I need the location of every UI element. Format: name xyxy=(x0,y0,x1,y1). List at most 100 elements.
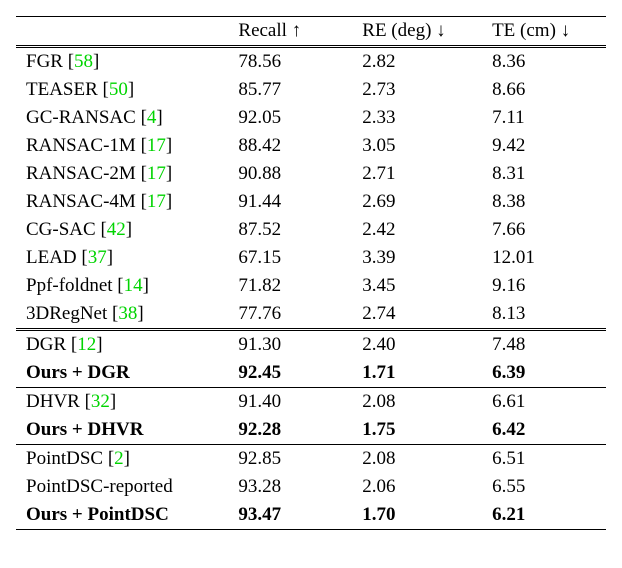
citation-link[interactable]: 2 xyxy=(114,448,124,469)
table-row: PointDSC-reported93.282.066.55 xyxy=(16,473,606,501)
cell-recall: 67.15 xyxy=(228,244,352,272)
cell-te: 6.21 xyxy=(482,501,606,530)
method-name: DHVR [32] xyxy=(16,388,228,417)
citation-link[interactable]: 12 xyxy=(77,334,96,355)
citation-link[interactable]: 37 xyxy=(88,247,107,268)
method-name-text: TEASER xyxy=(26,79,103,100)
cell-recall: 92.85 xyxy=(228,445,352,474)
cell-re: 1.70 xyxy=(352,501,482,530)
method-name-text: RANSAC-1M xyxy=(26,135,141,156)
cell-recall: 93.28 xyxy=(228,473,352,501)
cell-re: 2.71 xyxy=(352,160,482,188)
table-row: DGR [12]91.302.407.48 xyxy=(16,330,606,360)
cell-te: 6.51 xyxy=(482,445,606,474)
method-name-text: RANSAC-2M xyxy=(26,163,141,184)
table-row: GC-RANSAC [4]92.052.337.11 xyxy=(16,104,606,132)
cell-te: 9.16 xyxy=(482,272,606,300)
method-name-text: LEAD xyxy=(26,247,81,268)
cell-re: 3.45 xyxy=(352,272,482,300)
cell-te: 8.13 xyxy=(482,300,606,330)
cell-recall: 85.77 xyxy=(228,76,352,104)
cell-re: 2.42 xyxy=(352,216,482,244)
cell-re: 3.39 xyxy=(352,244,482,272)
cell-te: 8.66 xyxy=(482,76,606,104)
method-name-text: RANSAC-4M xyxy=(26,191,141,212)
cell-re: 2.69 xyxy=(352,188,482,216)
table-row: Ours + DHVR92.281.756.42 xyxy=(16,416,606,445)
method-name: RANSAC-4M [17] xyxy=(16,188,228,216)
cell-recall: 90.88 xyxy=(228,160,352,188)
table-row: DHVR [32]91.402.086.61 xyxy=(16,388,606,417)
method-name: PointDSC [2] xyxy=(16,445,228,474)
method-name: GC-RANSAC [4] xyxy=(16,104,228,132)
cell-recall: 87.52 xyxy=(228,216,352,244)
cell-re: 2.82 xyxy=(352,47,482,77)
method-name-text: PointDSC xyxy=(26,448,108,469)
table-row: Ours + PointDSC93.471.706.21 xyxy=(16,501,606,530)
method-name: Ppf-foldnet [14] xyxy=(16,272,228,300)
method-name-text: GC-RANSAC xyxy=(26,107,141,128)
cell-re: 1.71 xyxy=(352,359,482,388)
cell-re: 3.05 xyxy=(352,132,482,160)
cell-recall: 77.76 xyxy=(228,300,352,330)
citation-link[interactable]: 32 xyxy=(91,391,110,412)
cell-re: 2.08 xyxy=(352,388,482,417)
cell-te: 6.61 xyxy=(482,388,606,417)
table-row: CG-SAC [42]87.522.427.66 xyxy=(16,216,606,244)
cell-te: 7.48 xyxy=(482,330,606,360)
method-name-text: DGR xyxy=(26,334,71,355)
method-name: RANSAC-2M [17] xyxy=(16,160,228,188)
header-re: RE (deg) ↓ xyxy=(352,17,482,47)
cell-recall: 91.30 xyxy=(228,330,352,360)
table-row: PointDSC [2]92.852.086.51 xyxy=(16,445,606,474)
table-row: RANSAC-2M [17]90.882.718.31 xyxy=(16,160,606,188)
method-name-text: Ppf-foldnet xyxy=(26,275,117,296)
citation-link[interactable]: 17 xyxy=(147,191,166,212)
cell-te: 8.38 xyxy=(482,188,606,216)
cell-te: 8.31 xyxy=(482,160,606,188)
header-row: Recall ↑ RE (deg) ↓ TE (cm) ↓ xyxy=(16,17,606,47)
header-empty xyxy=(16,17,228,47)
citation-link[interactable]: 17 xyxy=(147,163,166,184)
table-row: Ppf-foldnet [14]71.823.459.16 xyxy=(16,272,606,300)
method-name: 3DRegNet [38] xyxy=(16,300,228,330)
citation-link[interactable]: 38 xyxy=(118,303,137,324)
method-name: FGR [58] xyxy=(16,47,228,77)
cell-recall: 88.42 xyxy=(228,132,352,160)
citation-link[interactable]: 50 xyxy=(109,79,128,100)
method-name: Ours + DGR xyxy=(16,359,228,388)
table-row: 3DRegNet [38]77.762.748.13 xyxy=(16,300,606,330)
method-name: CG-SAC [42] xyxy=(16,216,228,244)
citation-link[interactable]: 58 xyxy=(74,51,93,72)
citation-link[interactable]: 14 xyxy=(124,275,143,296)
method-name: LEAD [37] xyxy=(16,244,228,272)
cell-te: 12.01 xyxy=(482,244,606,272)
method-name-text: DHVR xyxy=(26,391,85,412)
cell-re: 2.73 xyxy=(352,76,482,104)
cell-recall: 92.05 xyxy=(228,104,352,132)
cell-te: 6.55 xyxy=(482,473,606,501)
method-name-text: CG-SAC xyxy=(26,219,100,240)
cell-re: 2.33 xyxy=(352,104,482,132)
cell-re: 2.40 xyxy=(352,330,482,360)
method-name: RANSAC-1M [17] xyxy=(16,132,228,160)
cell-te: 6.42 xyxy=(482,416,606,445)
table-row: TEASER [50]85.772.738.66 xyxy=(16,76,606,104)
citation-link[interactable]: 4 xyxy=(147,107,157,128)
header-te: TE (cm) ↓ xyxy=(482,17,606,47)
cell-te: 7.66 xyxy=(482,216,606,244)
citation-link[interactable]: 17 xyxy=(147,135,166,156)
citation-link[interactable]: 42 xyxy=(107,219,126,240)
cell-re: 2.74 xyxy=(352,300,482,330)
method-name-text: 3DRegNet xyxy=(26,303,112,324)
cell-te: 6.39 xyxy=(482,359,606,388)
table-row: RANSAC-4M [17]91.442.698.38 xyxy=(16,188,606,216)
header-recall: Recall ↑ xyxy=(228,17,352,47)
table-row: RANSAC-1M [17]88.423.059.42 xyxy=(16,132,606,160)
method-name: TEASER [50] xyxy=(16,76,228,104)
cell-te: 8.36 xyxy=(482,47,606,77)
table-row: Ours + DGR92.451.716.39 xyxy=(16,359,606,388)
results-table: Recall ↑ RE (deg) ↓ TE (cm) ↓ FGR [58]78… xyxy=(16,16,606,530)
table-row: FGR [58]78.562.828.36 xyxy=(16,47,606,77)
method-name: Ours + DHVR xyxy=(16,416,228,445)
